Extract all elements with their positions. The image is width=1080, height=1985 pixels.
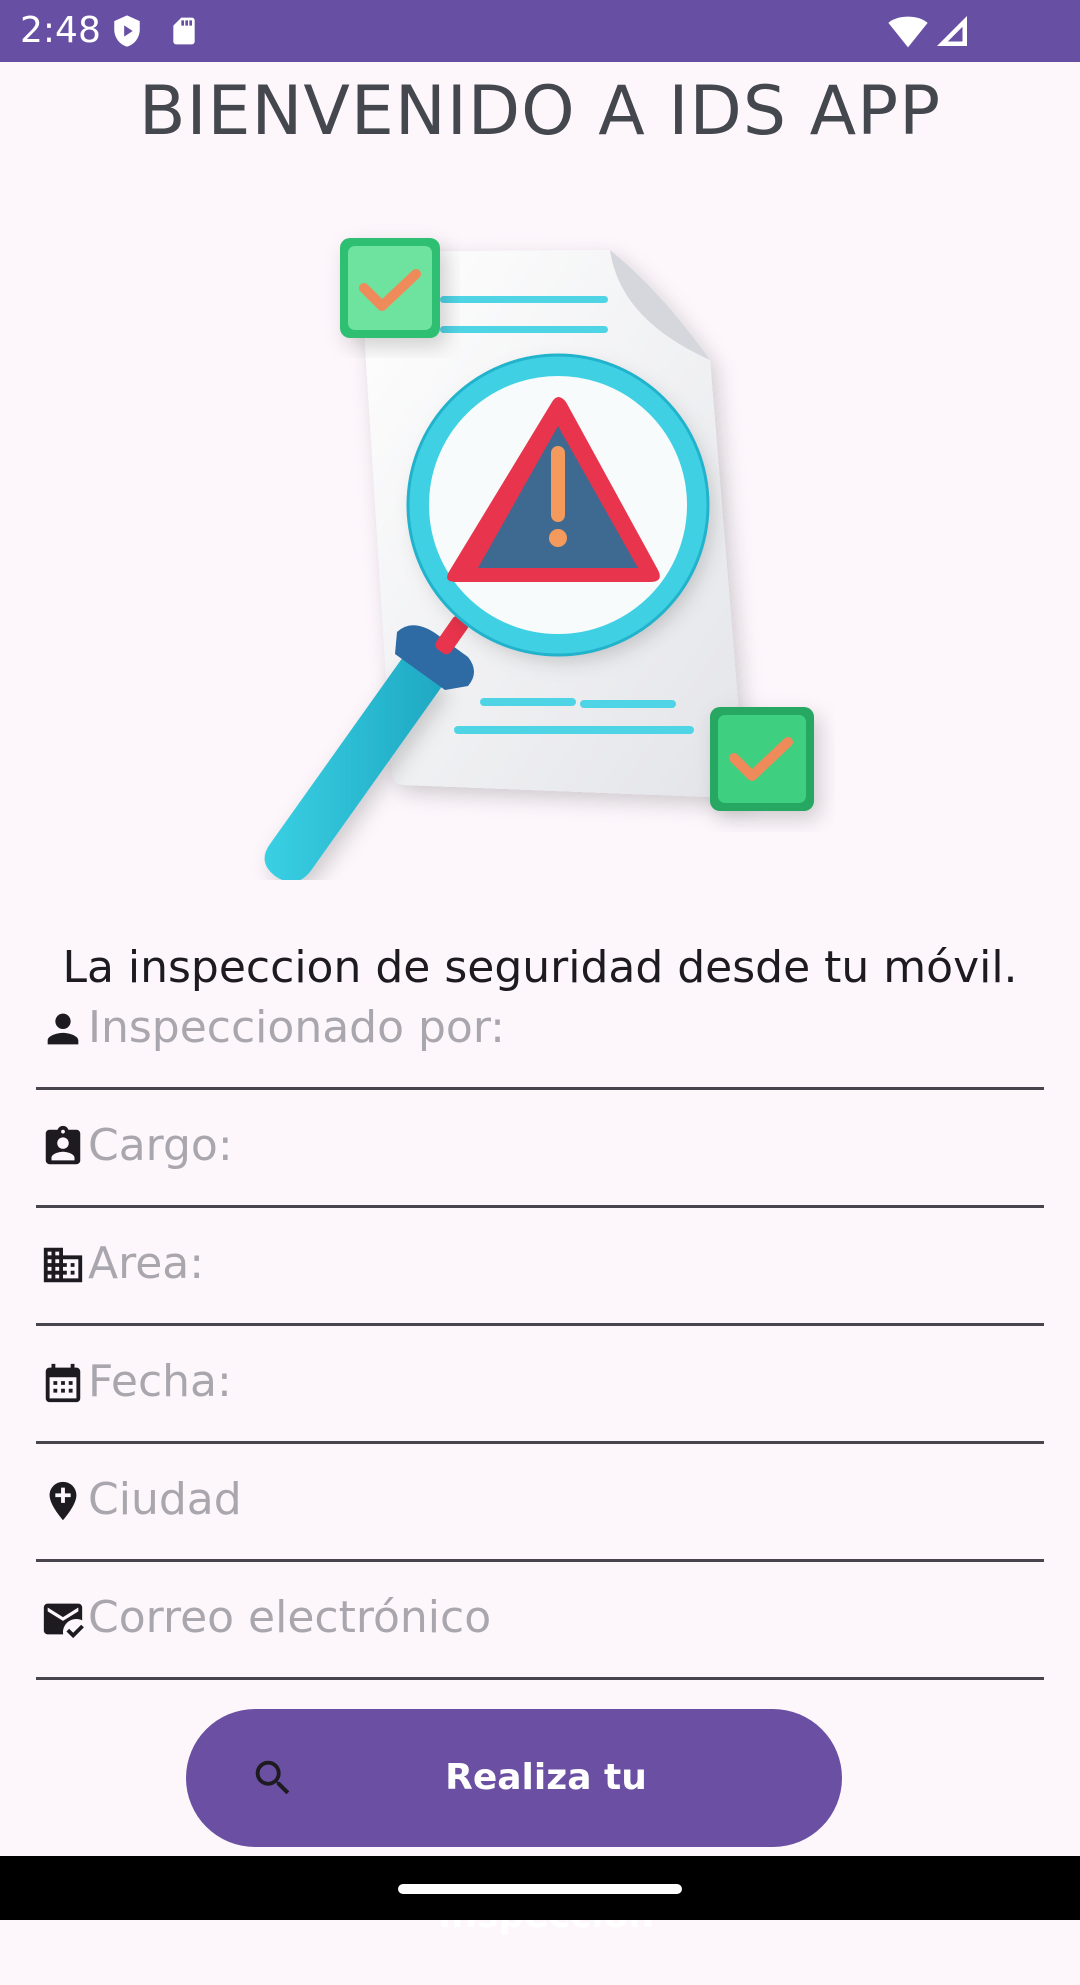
add-location-icon bbox=[49, 1481, 77, 1521]
page-title: BIENVENIDO A IDS APP bbox=[138, 72, 942, 151]
inspector-name-input[interactable] bbox=[88, 992, 1028, 1062]
person-icon bbox=[47, 1013, 79, 1045]
area-field[interactable] bbox=[36, 1208, 1044, 1326]
building-icon bbox=[43, 1247, 83, 1283]
date-field[interactable] bbox=[36, 1326, 1044, 1444]
mark-email-read-icon bbox=[43, 1603, 84, 1639]
inspector-name-field[interactable] bbox=[36, 972, 1044, 1090]
status-bar: 2:48 bbox=[0, 0, 1080, 62]
date-input[interactable] bbox=[88, 1346, 1028, 1416]
start-inspection-button[interactable]: Realiza tu Inspección bbox=[186, 1709, 842, 1936]
start-inspection-label: Realiza tu Inspección bbox=[438, 1757, 654, 1936]
play-protect-icon bbox=[114, 15, 140, 47]
sd-card-icon bbox=[173, 17, 195, 45]
email-field[interactable] bbox=[36, 1562, 1044, 1680]
status-time: 2:48 bbox=[20, 10, 101, 51]
position-input[interactable] bbox=[88, 1110, 1028, 1180]
inspection-illustration bbox=[264, 238, 814, 880]
city-input[interactable] bbox=[88, 1464, 1028, 1534]
calendar-icon bbox=[45, 1363, 81, 1403]
email-input[interactable] bbox=[88, 1582, 1028, 1652]
badge-icon bbox=[45, 1125, 81, 1165]
position-field[interactable] bbox=[36, 1090, 1044, 1208]
city-field[interactable] bbox=[36, 1444, 1044, 1562]
home-gesture-handle[interactable] bbox=[398, 1884, 682, 1894]
cell-signal-icon bbox=[937, 16, 967, 46]
wifi-icon bbox=[888, 16, 928, 48]
area-input[interactable] bbox=[88, 1228, 1028, 1298]
search-icon bbox=[255, 1760, 290, 1795]
